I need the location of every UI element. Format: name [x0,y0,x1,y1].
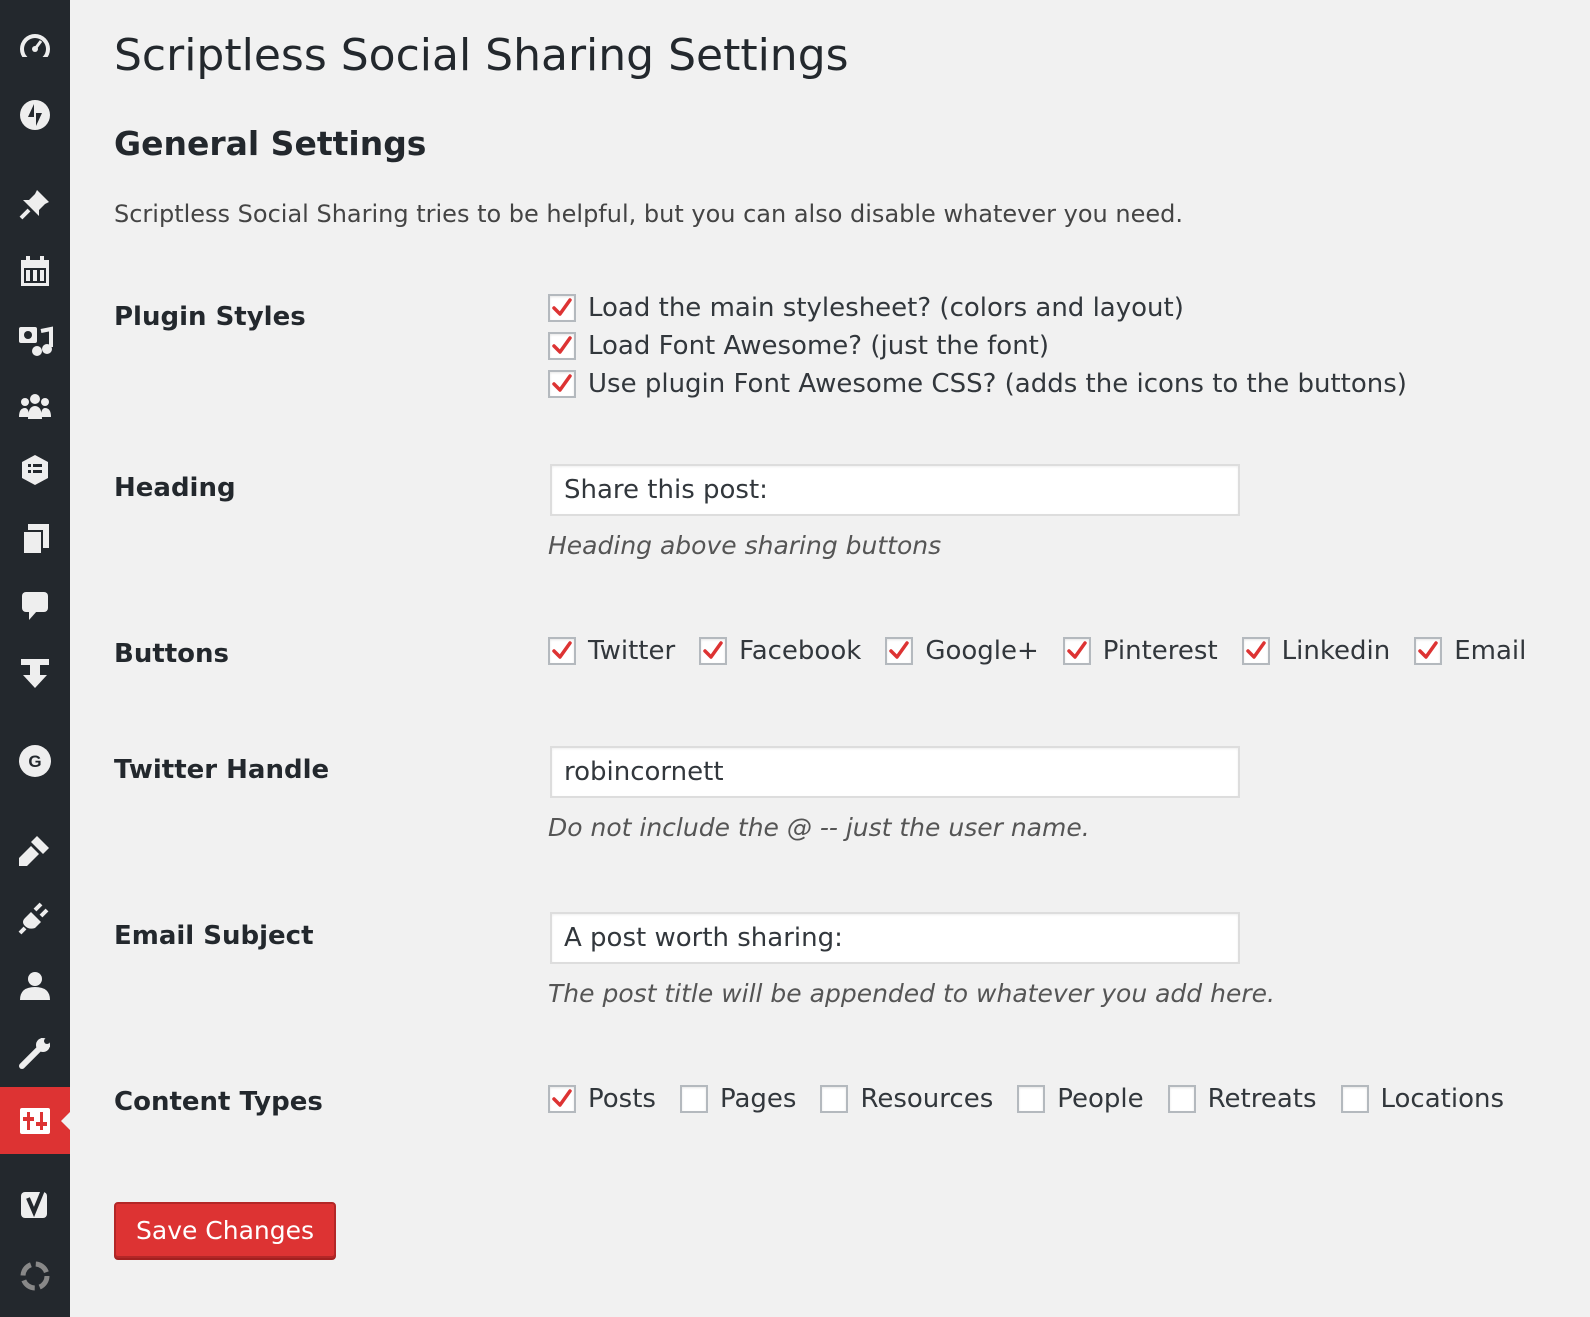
checkbox[interactable] [1062,637,1091,665]
content-types-label: Content Types [114,1087,323,1117]
updraft-icon[interactable] [0,1250,70,1302]
checkbox-label: Load Font Awesome? (just the font) [588,331,1050,361]
media-icon[interactable] [0,313,70,365]
checkbox[interactable] [548,1085,576,1113]
people-option[interactable]: People [1017,1084,1144,1114]
plugins-icon[interactable] [0,892,70,944]
checkmark-icon [552,374,572,392]
font-awesome-option[interactable]: Load Font Awesome? (just the font) [548,327,1407,365]
yoast-icon[interactable] [0,1178,70,1230]
checkmark-icon [1245,641,1266,659]
checkbox-label: Linkedin [1281,636,1391,666]
page-title: Scriptless Social Sharing Settings [114,30,849,81]
users-icon[interactable] [0,960,70,1012]
checkbox-label: Posts [588,1084,656,1114]
checkbox[interactable] [548,332,576,360]
checkbox-label: Pinterest [1102,636,1218,666]
checkbox[interactable] [548,637,576,665]
googleplus-option[interactable]: Google+ [885,636,1039,666]
checkmark-icon [552,641,572,659]
retreats-option[interactable]: Retreats [1167,1084,1317,1114]
buttons-options: Twitter Facebook Google+ Pinterest Linke… [548,636,1526,666]
checkmark-icon [889,641,910,659]
checkbox-label: Google+ [925,636,1039,666]
pages-icon[interactable] [0,513,70,565]
checkbox-label: Pages [719,1084,797,1114]
checkbox[interactable] [1017,1085,1046,1113]
pages-option[interactable]: Pages [679,1084,797,1114]
g-icon[interactable]: G [0,735,70,787]
buttons-label: Buttons [114,639,230,669]
email-subject-description: The post title will be appended to whate… [548,979,1275,1008]
heading-input[interactable] [550,464,1240,516]
twitter-handle-description: Do not include the @ -- just the user na… [548,813,1090,842]
settings-active-icon[interactable] [0,1087,70,1154]
checkbox[interactable] [1340,1085,1369,1113]
checkbox[interactable] [1167,1085,1196,1113]
checkmark-icon [703,641,723,659]
section-title: General Settings [114,124,427,163]
email-subject-input[interactable] [550,912,1240,964]
checkbox-label: Locations [1380,1084,1505,1114]
checkbox-label: Facebook [739,636,862,666]
checkbox-label: Resources [860,1084,994,1114]
checkbox-label: Load the main stylesheet? (colors and la… [588,293,1184,323]
checkbox-label: People [1057,1084,1144,1114]
stylesheet-option[interactable]: Load the main stylesheet? (colors and la… [548,289,1407,327]
checkbox[interactable] [1414,637,1443,665]
jetpack-icon[interactable] [0,89,70,141]
appearance-icon[interactable] [0,824,70,876]
calendar-icon[interactable] [0,246,70,298]
content-types-options: Posts Pages Resources People Retreats Lo… [548,1084,1504,1114]
checkbox-label: Twitter [588,636,676,666]
email-option[interactable]: Email [1414,636,1526,666]
tools-icon[interactable] [0,1027,70,1079]
download-icon[interactable] [0,647,70,699]
pinterest-option[interactable]: Pinterest [1062,636,1218,666]
checkbox[interactable] [885,637,914,665]
groups-icon[interactable] [0,381,70,433]
checkmark-icon [552,1089,572,1107]
checkbox[interactable] [548,294,576,322]
checkmark-icon [552,298,572,316]
admin-sidebar: G [0,0,70,1317]
locations-option[interactable]: Locations [1340,1084,1505,1114]
checkmark-icon [552,336,572,354]
checkmark-icon [1418,641,1438,659]
posts-pin-icon[interactable] [0,178,70,230]
forms-list-icon[interactable] [0,444,70,496]
resources-option[interactable]: Resources [820,1084,993,1114]
checkbox[interactable] [679,1085,708,1113]
font-awesome-css-option[interactable]: Use plugin Font Awesome CSS? (adds the i… [548,365,1407,403]
facebook-option[interactable]: Facebook [699,636,861,666]
checkbox-label: Use plugin Font Awesome CSS? (adds the i… [588,369,1407,399]
checkbox-label: Email [1454,636,1527,666]
plugin-styles-options: Load the main stylesheet? (colors and la… [548,289,1407,403]
heading-label: Heading [114,473,236,503]
twitter-handle-label: Twitter Handle [114,755,330,785]
checkmark-icon [1067,641,1087,659]
checkbox[interactable] [1241,637,1270,665]
checkbox[interactable] [699,637,728,665]
checkbox[interactable] [548,370,576,398]
svg-text:G: G [28,752,41,771]
plugin-styles-label: Plugin Styles [114,302,306,332]
checkbox[interactable] [820,1085,849,1113]
save-changes-button[interactable]: Save Changes [114,1202,337,1258]
twitter-option[interactable]: Twitter [548,636,675,666]
dashboard-icon[interactable] [0,22,70,74]
linkedin-option[interactable]: Linkedin [1241,636,1391,666]
email-subject-label: Email Subject [114,921,314,951]
posts-option[interactable]: Posts [548,1084,656,1114]
checkbox-label: Retreats [1207,1084,1317,1114]
section-description: Scriptless Social Sharing tries to be he… [114,200,1183,228]
heading-description: Heading above sharing buttons [548,531,942,560]
comments-icon[interactable] [0,580,70,632]
twitter-handle-input[interactable] [550,746,1240,798]
